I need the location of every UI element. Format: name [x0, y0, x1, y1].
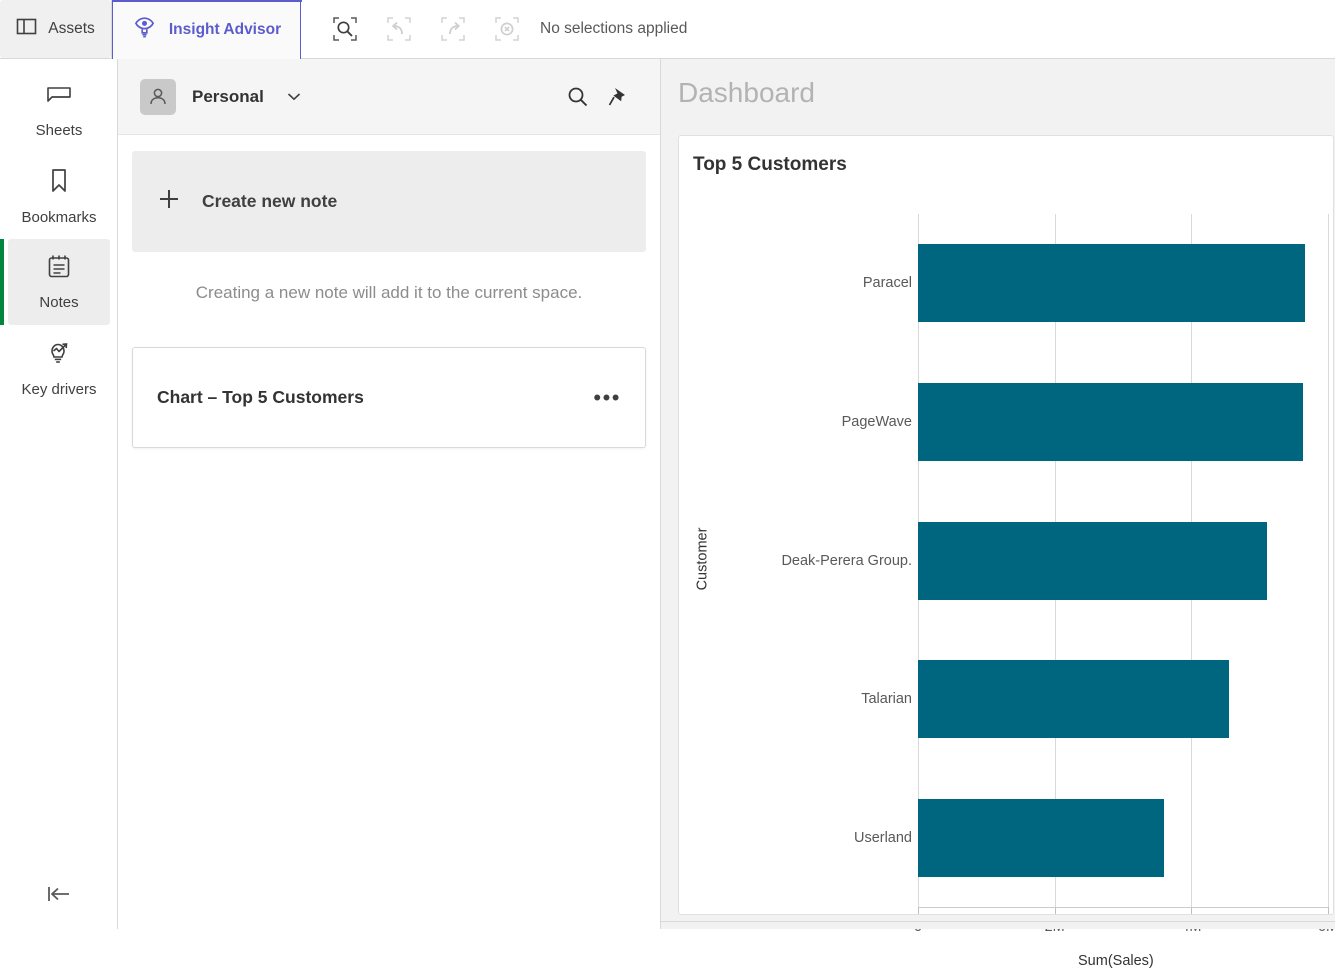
chart-card[interactable]: Top 5 Customers 02M4M6MParacelPageWaveDe… [678, 135, 1334, 915]
x-axis-line [918, 907, 1328, 908]
page-title: Dashboard [661, 59, 1335, 109]
bar-talarian[interactable] [918, 660, 1229, 738]
left-rail: Sheets Bookmarks Notes [0, 59, 118, 929]
user-avatar-icon [140, 79, 176, 115]
overflow-menu-icon[interactable]: ••• [593, 393, 621, 403]
x-axis-tick-mark [1191, 907, 1192, 914]
sheets-icon [45, 82, 73, 113]
x-axis-tick-mark [1328, 907, 1329, 914]
clear-selections-icon[interactable] [480, 0, 534, 58]
gridline [1328, 214, 1329, 907]
list-item[interactable]: Chart – Top 5 Customers ••• [132, 347, 646, 448]
sidebar-item-sheets-label: Sheets [36, 122, 83, 139]
selections-forward-icon[interactable] [426, 0, 480, 58]
bar-pagewave[interactable] [918, 383, 1303, 461]
sidebar-item-bookmarks-label: Bookmarks [21, 209, 96, 226]
selection-toolbar: No selections applied [301, 0, 687, 58]
x-axis-tick-mark [918, 907, 919, 914]
pin-icon[interactable] [598, 77, 638, 117]
bar-userland[interactable] [918, 799, 1164, 877]
y-axis-category-label[interactable]: Userland [854, 830, 912, 846]
dashboard-area: Dashboard Top 5 Customers 02M4M6MParacel… [661, 59, 1335, 929]
create-new-note-label: Create new note [202, 191, 337, 212]
sidebar-item-key-drivers[interactable]: Key drivers [8, 325, 110, 411]
y-axis-category-label[interactable]: Talarian [861, 691, 912, 707]
sidebar-item-sheets[interactable]: Sheets [8, 67, 110, 153]
x-axis-tick-mark [1055, 907, 1056, 914]
create-new-note-button[interactable]: Create new note [132, 151, 646, 252]
chevron-down-icon[interactable] [286, 91, 302, 102]
create-note-hint: Creating a new note will add it to the c… [118, 283, 660, 303]
top-bar: Assets Insight Advisor [0, 0, 1335, 59]
selections-back-icon[interactable] [372, 0, 426, 58]
collapse-left-icon[interactable] [0, 859, 118, 929]
x-axis-title: Sum(Sales) [1078, 953, 1154, 969]
selections-search-icon[interactable] [318, 0, 372, 58]
bookmark-icon [47, 167, 71, 200]
panel-layout-icon [16, 17, 37, 41]
plus-icon [158, 188, 180, 215]
y-axis-category-label[interactable]: Deak-Perera Group. [781, 553, 912, 569]
sidebar-item-key-drivers-label: Key drivers [21, 381, 96, 398]
y-axis-category-label[interactable]: PageWave [842, 414, 912, 430]
bar-deak-perera-group[interactable] [918, 522, 1267, 600]
bar-chart[interactable]: 02M4M6MParacelPageWaveDeak-Perera Group.… [679, 136, 1335, 916]
sidebar-item-notes-label: Notes [39, 294, 78, 311]
note-title: Chart – Top 5 Customers [157, 387, 364, 408]
insight-advisor-eye-bulb-icon [132, 15, 157, 45]
y-axis-category-label[interactable]: Paracel [863, 275, 912, 291]
notes-icon [46, 253, 72, 285]
tab-insight-advisor-label: Insight Advisor [169, 21, 281, 39]
dashboard-bottom-strip [661, 921, 1335, 929]
tab-insight-advisor[interactable]: Insight Advisor [112, 0, 301, 59]
assets-button-label: Assets [48, 20, 95, 38]
assets-button[interactable]: Assets [0, 0, 111, 58]
bar-paracel[interactable] [918, 244, 1305, 322]
selection-status-text: No selections applied [540, 20, 687, 38]
search-icon[interactable] [558, 77, 598, 117]
key-drivers-bulb-icon [45, 339, 73, 372]
sidebar-item-notes[interactable]: Notes [8, 239, 110, 325]
notes-panel: Personal Create new note [118, 59, 661, 929]
notes-panel-header: Personal [118, 59, 660, 135]
y-axis-title: Customer [694, 527, 710, 590]
sidebar-item-bookmarks[interactable]: Bookmarks [8, 153, 110, 239]
space-name: Personal [192, 87, 264, 107]
